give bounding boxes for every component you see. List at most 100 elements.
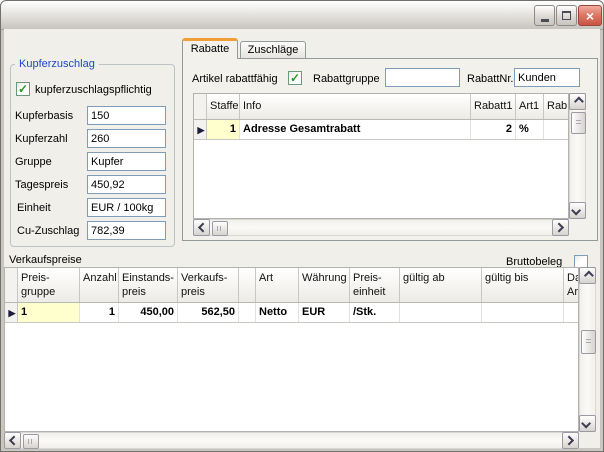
cell-staffel[interactable]: 1 [207, 120, 240, 139]
chevron-right-icon [564, 436, 574, 446]
maximize-button[interactable] [556, 5, 577, 26]
minimize-button[interactable] [534, 5, 555, 26]
app-window: × Kupferzuschlag ✓ kupferzuschlagspflich… [0, 0, 604, 452]
column-header-waehrung[interactable]: Währung [299, 268, 350, 302]
column-header-dat-art[interactable]: Dat Art [564, 268, 579, 302]
scroll-left-button[interactable] [4, 432, 21, 449]
scroll-left-button[interactable] [193, 219, 210, 236]
verkaufspreise-grid[interactable]: Preis- gruppe Anzahl Einstands- preis Ve… [4, 267, 579, 432]
verkaufspreise-title: Verkaufspreise [9, 254, 82, 266]
vscroll-thumb[interactable] [581, 330, 596, 354]
gruppe-label: Gruppe [15, 156, 52, 168]
chevron-left-icon [198, 223, 208, 233]
rabatte-grid-hscrollbar[interactable] [193, 219, 569, 236]
scroll-down-button[interactable] [579, 415, 596, 432]
cell-gueltig-ab[interactable] [400, 303, 482, 322]
cu-zuschlag-field[interactable] [87, 221, 166, 240]
verkaufspreise-grid-header: Preis- gruppe Anzahl Einstands- preis Ve… [5, 268, 578, 303]
chevron-down-icon [581, 419, 591, 429]
cell-rab[interactable] [544, 120, 568, 139]
column-header-gueltig-bis[interactable]: gültig bis [482, 268, 564, 302]
cell-gueltig-bis[interactable] [482, 303, 564, 322]
cell-verkaufspreis[interactable]: 562,50 [178, 303, 239, 322]
row-selector-header [5, 268, 18, 302]
tagespreis-label: Tagespreis [15, 179, 68, 191]
column-header-rabatt1[interactable]: Rabatt1 [471, 94, 516, 119]
thumb-grip-icon [576, 120, 581, 125]
kupferzahl-field[interactable] [87, 129, 166, 148]
column-header-rab[interactable]: Rab [544, 94, 568, 119]
column-header-spacer[interactable] [239, 268, 256, 302]
row-pointer-icon: ▶ [5, 303, 18, 322]
verkaufspreise-grid-row[interactable]: ▶ 1 1 450,00 562,50 Netto EUR /Stk. [5, 303, 578, 323]
row-pointer-icon: ▶ [194, 120, 207, 139]
cell-einstandspreis[interactable]: 450,00 [119, 303, 178, 322]
check-icon: ✓ [290, 72, 300, 84]
kupferzuschlag-title: Kupferzuschlag [15, 58, 99, 70]
cell-preiseinheit[interactable]: /Stk. [350, 303, 400, 322]
column-header-staffel[interactable]: Staffel [207, 94, 240, 119]
cell-info[interactable]: Adresse Gesamtrabatt [240, 120, 471, 139]
column-header-einstandspreis[interactable]: Einstands- preis [119, 268, 178, 302]
rabatte-grid[interactable]: Staffel Info Rabatt1 Art1 Rab ▶ 1 Adress… [193, 93, 569, 219]
thumb-grip-icon [217, 226, 222, 231]
column-header-anzahl[interactable]: Anzahl [80, 268, 119, 302]
cell-art1[interactable]: % [516, 120, 544, 139]
kupferzuschlagspflichtig-label: kupferzuschlagspflichtig [35, 84, 152, 96]
chevron-left-icon [9, 436, 19, 446]
column-header-verkaufspreis[interactable]: Verkaufs- preis [178, 268, 239, 302]
cu-zuschlag-label: Cu-Zuschlag [17, 225, 79, 237]
cell-art[interactable]: Netto [256, 303, 299, 322]
tab-zuschlaege[interactable]: Zuschläge [240, 41, 306, 59]
artikel-rabattfaehig-checkbox[interactable]: ✓ [288, 71, 302, 85]
gruppe-field[interactable] [87, 152, 166, 171]
cell-dat-art[interactable] [564, 303, 579, 322]
cell-spacer[interactable] [239, 303, 256, 322]
hscroll-thumb[interactable] [23, 434, 39, 449]
verkaufspreise-grid-hscrollbar[interactable] [4, 432, 579, 449]
tab-rabatte[interactable]: Rabatte [182, 38, 238, 59]
column-header-preisgruppe[interactable]: Preis- gruppe [18, 268, 80, 302]
tagespreis-field[interactable] [87, 175, 166, 194]
chevron-up-icon [574, 97, 584, 107]
scroll-down-button[interactable] [569, 202, 586, 219]
rabattgruppe-field[interactable] [385, 68, 460, 87]
verkaufspreise-grid-vscrollbar[interactable] [579, 267, 596, 432]
title-bar[interactable]: × [1, 1, 603, 30]
column-header-info[interactable]: Info [240, 94, 471, 119]
rabatte-grid-row[interactable]: ▶ 1 Adresse Gesamtrabatt 2 % [194, 120, 568, 140]
column-header-art1[interactable]: Art1 [516, 94, 544, 119]
column-header-preiseinheit[interactable]: Preis- einheit [350, 268, 400, 302]
cell-rabatt1[interactable]: 2 [471, 120, 516, 139]
close-button[interactable]: × [578, 5, 602, 26]
chevron-right-icon [554, 223, 564, 233]
kupferbasis-field[interactable] [87, 106, 166, 125]
thumb-grip-icon [586, 339, 591, 344]
row-selector-header [194, 94, 207, 119]
column-header-gueltig-ab[interactable]: gültig ab [400, 268, 482, 302]
cell-waehrung[interactable]: EUR [299, 303, 350, 322]
rabattnr-label: RabattNr. [467, 73, 513, 85]
hscroll-thumb[interactable] [212, 221, 228, 236]
scroll-up-button[interactable] [569, 93, 586, 110]
chevron-up-icon [584, 271, 594, 281]
scroll-up-button[interactable] [579, 267, 596, 284]
rabattnr-field[interactable] [514, 68, 580, 87]
rabattgruppe-label: Rabattgruppe [313, 73, 380, 85]
einheit-label: Einheit [17, 202, 51, 214]
scroll-right-button[interactable] [552, 219, 569, 236]
column-header-art[interactable]: Art [256, 268, 299, 302]
kupferbasis-label: Kupferbasis [15, 110, 73, 122]
einheit-field[interactable] [87, 198, 166, 217]
cell-anzahl[interactable]: 1 [80, 303, 119, 322]
cell-preisgruppe[interactable]: 1 [18, 303, 80, 322]
chevron-down-icon [571, 206, 581, 216]
maximize-icon [562, 11, 571, 20]
rabatte-grid-vscrollbar[interactable] [569, 93, 586, 219]
vscroll-thumb[interactable] [571, 112, 586, 134]
kupferzuschlagspflichtig-checkbox[interactable]: ✓ [16, 82, 30, 96]
scroll-right-button[interactable] [562, 432, 579, 449]
check-icon: ✓ [18, 83, 28, 95]
rabatte-grid-header: Staffel Info Rabatt1 Art1 Rab [194, 94, 568, 120]
close-icon: × [586, 8, 594, 24]
